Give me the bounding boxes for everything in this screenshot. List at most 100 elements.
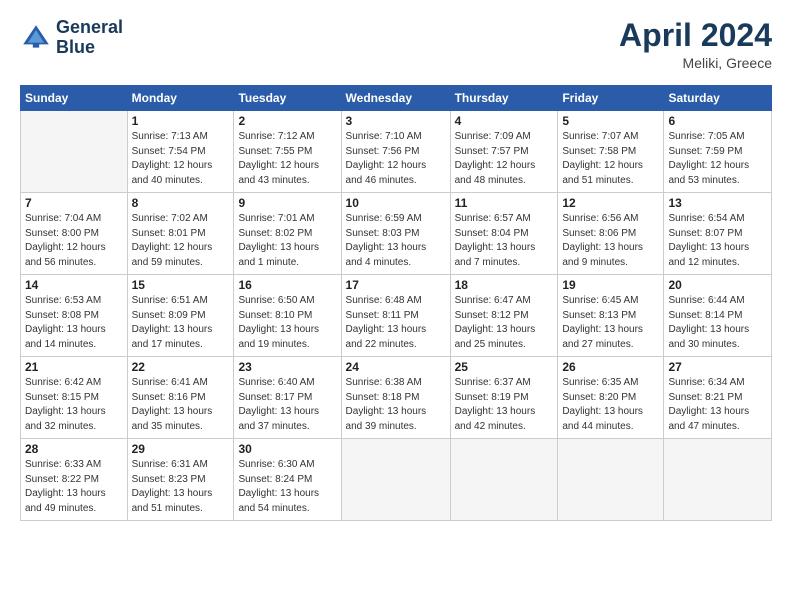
day-info: Sunrise: 7:02 AMSunset: 8:01 PMDaylight:… xyxy=(132,212,230,270)
day-info: Sunrise: 6:41 AMSunset: 8:16 PMDaylight:… xyxy=(132,376,230,434)
calendar-cell: 10Sunrise: 6:59 AMSunset: 8:03 PMDayligh… xyxy=(341,193,450,275)
page: General Blue April 2024 Meliki, Greece S… xyxy=(0,0,792,531)
day-info: Sunrise: 7:05 AMSunset: 7:59 PMDaylight:… xyxy=(668,130,767,188)
calendar-cell xyxy=(664,439,772,521)
header: General Blue April 2024 Meliki, Greece xyxy=(20,18,772,71)
day-number: 29 xyxy=(132,442,230,456)
calendar-cell: 19 Sunrise: 6:45 AMSunset: 8:13 PMDayligh… xyxy=(558,275,664,357)
day-number: 1 xyxy=(132,114,230,128)
day-number: 15 xyxy=(132,278,230,292)
logo: General Blue xyxy=(20,18,123,58)
day-info: Sunrise: 6:37 AMSunset: 8:19 PMDaylight:… xyxy=(455,376,554,434)
day-number: 6 xyxy=(668,114,767,128)
col-tuesday: Tuesday xyxy=(234,86,341,111)
calendar-cell: 1 Sunrise: 7:13 AMSunset: 7:54 PMDaylight… xyxy=(127,111,234,193)
day-number: 3 xyxy=(346,114,446,128)
col-sunday: Sunday xyxy=(21,86,128,111)
calendar-cell xyxy=(21,111,128,193)
day-info: Sunrise: 6:45 AMSunset: 8:13 PMDaylight:… xyxy=(562,294,659,352)
col-friday: Friday xyxy=(558,86,664,111)
day-number: 19 xyxy=(562,278,659,292)
calendar-cell: 18 Sunrise: 6:47 AMSunset: 8:12 PMDayligh… xyxy=(450,275,558,357)
day-number: 18 xyxy=(455,278,554,292)
day-number: 2 xyxy=(238,114,336,128)
day-info: Sunrise: 6:51 AMSunset: 8:09 PMDaylight:… xyxy=(132,294,230,352)
day-info: Sunrise: 7:12 AMSunset: 7:55 PMDaylight:… xyxy=(238,130,336,188)
calendar-cell xyxy=(341,439,450,521)
logo-line2: Blue xyxy=(56,38,123,58)
calendar-cell: 28 Sunrise: 6:33 AMSunset: 8:22 PMDayligh… xyxy=(21,439,128,521)
day-info: Sunrise: 6:57 AMSunset: 8:04 PMDaylight:… xyxy=(455,212,554,270)
day-info: Sunrise: 6:35 AMSunset: 8:20 PMDaylight:… xyxy=(562,376,659,434)
day-number: 27 xyxy=(668,360,767,374)
calendar-cell: 11 Sunrise: 6:57 AMSunset: 8:04 PMDayligh… xyxy=(450,193,558,275)
day-info: Sunrise: 6:47 AMSunset: 8:12 PMDaylight:… xyxy=(455,294,554,352)
day-info: Sunrise: 7:04 AMSunset: 8:00 PMDaylight:… xyxy=(25,212,123,270)
day-info: Sunrise: 6:34 AMSunset: 8:21 PMDaylight:… xyxy=(668,376,767,434)
day-number: 21 xyxy=(25,360,123,374)
col-saturday: Saturday xyxy=(664,86,772,111)
day-info: Sunrise: 6:44 AMSunset: 8:14 PMDaylight:… xyxy=(668,294,767,352)
day-number: 28 xyxy=(25,442,123,456)
day-info: Sunrise: 6:56 AMSunset: 8:06 PMDaylight:… xyxy=(562,212,659,270)
calendar-cell: 15 Sunrise: 6:51 AMSunset: 8:09 PMDayligh… xyxy=(127,275,234,357)
calendar-cell: 5Sunrise: 7:07 AMSunset: 7:58 PMDaylight… xyxy=(558,111,664,193)
day-number: 26 xyxy=(562,360,659,374)
calendar-cell: 27 Sunrise: 6:34 AMSunset: 8:21 PMDayligh… xyxy=(664,357,772,439)
calendar-cell: 26 Sunrise: 6:35 AMSunset: 8:20 PMDayligh… xyxy=(558,357,664,439)
week-row-3: 14 Sunrise: 6:53 AMSunset: 8:08 PMDayligh… xyxy=(21,275,772,357)
calendar: Sunday Monday Tuesday Wednesday Thursday… xyxy=(20,85,772,521)
month-title: April 2024 xyxy=(619,18,772,53)
calendar-cell: 7 Sunrise: 7:04 AMSunset: 8:00 PMDaylight… xyxy=(21,193,128,275)
day-info: Sunrise: 6:33 AMSunset: 8:22 PMDaylight:… xyxy=(25,458,123,516)
day-info: Sunrise: 7:01 AMSunset: 8:02 PMDaylight:… xyxy=(238,212,336,270)
day-number: 23 xyxy=(238,360,336,374)
day-number: 8 xyxy=(132,196,230,210)
calendar-cell: 2 Sunrise: 7:12 AMSunset: 7:55 PMDaylight… xyxy=(234,111,341,193)
day-number: 17 xyxy=(346,278,446,292)
day-info: Sunrise: 6:42 AMSunset: 8:15 PMDaylight:… xyxy=(25,376,123,434)
day-number: 22 xyxy=(132,360,230,374)
col-wednesday: Wednesday xyxy=(341,86,450,111)
day-number: 25 xyxy=(455,360,554,374)
calendar-cell: 14 Sunrise: 6:53 AMSunset: 8:08 PMDayligh… xyxy=(21,275,128,357)
day-number: 20 xyxy=(668,278,767,292)
day-number: 14 xyxy=(25,278,123,292)
calendar-cell: 25 Sunrise: 6:37 AMSunset: 8:19 PMDayligh… xyxy=(450,357,558,439)
calendar-cell: 16Sunrise: 6:50 AMSunset: 8:10 PMDayligh… xyxy=(234,275,341,357)
day-info: Sunrise: 6:48 AMSunset: 8:11 PMDaylight:… xyxy=(346,294,446,352)
calendar-cell: 13Sunrise: 6:54 AMSunset: 8:07 PMDayligh… xyxy=(664,193,772,275)
calendar-cell: 30 Sunrise: 6:30 AMSunset: 8:24 PMDayligh… xyxy=(234,439,341,521)
day-info: Sunrise: 7:13 AMSunset: 7:54 PMDaylight:… xyxy=(132,130,230,188)
day-number: 16 xyxy=(238,278,336,292)
day-info: Sunrise: 7:10 AMSunset: 7:56 PMDaylight:… xyxy=(346,130,446,188)
location: Meliki, Greece xyxy=(619,55,772,71)
logo-icon xyxy=(20,22,52,54)
day-number: 24 xyxy=(346,360,446,374)
day-number: 12 xyxy=(562,196,659,210)
calendar-cell: 8 Sunrise: 7:02 AMSunset: 8:01 PMDaylight… xyxy=(127,193,234,275)
day-info: Sunrise: 6:54 AMSunset: 8:07 PMDaylight:… xyxy=(668,212,767,270)
calendar-cell: 23Sunrise: 6:40 AMSunset: 8:17 PMDayligh… xyxy=(234,357,341,439)
calendar-cell: 4Sunrise: 7:09 AMSunset: 7:57 PMDaylight… xyxy=(450,111,558,193)
week-row-2: 7 Sunrise: 7:04 AMSunset: 8:00 PMDaylight… xyxy=(21,193,772,275)
day-number: 5 xyxy=(562,114,659,128)
day-info: Sunrise: 6:30 AMSunset: 8:24 PMDaylight:… xyxy=(238,458,336,516)
day-info: Sunrise: 6:31 AMSunset: 8:23 PMDaylight:… xyxy=(132,458,230,516)
logo-text: General Blue xyxy=(56,18,123,58)
calendar-cell: 3 Sunrise: 7:10 AMSunset: 7:56 PMDaylight… xyxy=(341,111,450,193)
day-number: 11 xyxy=(455,196,554,210)
day-number: 30 xyxy=(238,442,336,456)
calendar-cell: 24 Sunrise: 6:38 AMSunset: 8:18 PMDayligh… xyxy=(341,357,450,439)
day-number: 7 xyxy=(25,196,123,210)
day-info: Sunrise: 6:53 AMSunset: 8:08 PMDaylight:… xyxy=(25,294,123,352)
col-monday: Monday xyxy=(127,86,234,111)
week-row-1: 1 Sunrise: 7:13 AMSunset: 7:54 PMDaylight… xyxy=(21,111,772,193)
calendar-cell: 17 Sunrise: 6:48 AMSunset: 8:11 PMDayligh… xyxy=(341,275,450,357)
calendar-cell: 12 Sunrise: 6:56 AMSunset: 8:06 PMDayligh… xyxy=(558,193,664,275)
calendar-cell xyxy=(450,439,558,521)
calendar-cell xyxy=(558,439,664,521)
calendar-cell: 9Sunrise: 7:01 AMSunset: 8:02 PMDaylight… xyxy=(234,193,341,275)
day-info: Sunrise: 6:38 AMSunset: 8:18 PMDaylight:… xyxy=(346,376,446,434)
calendar-cell: 22 Sunrise: 6:41 AMSunset: 8:16 PMDayligh… xyxy=(127,357,234,439)
